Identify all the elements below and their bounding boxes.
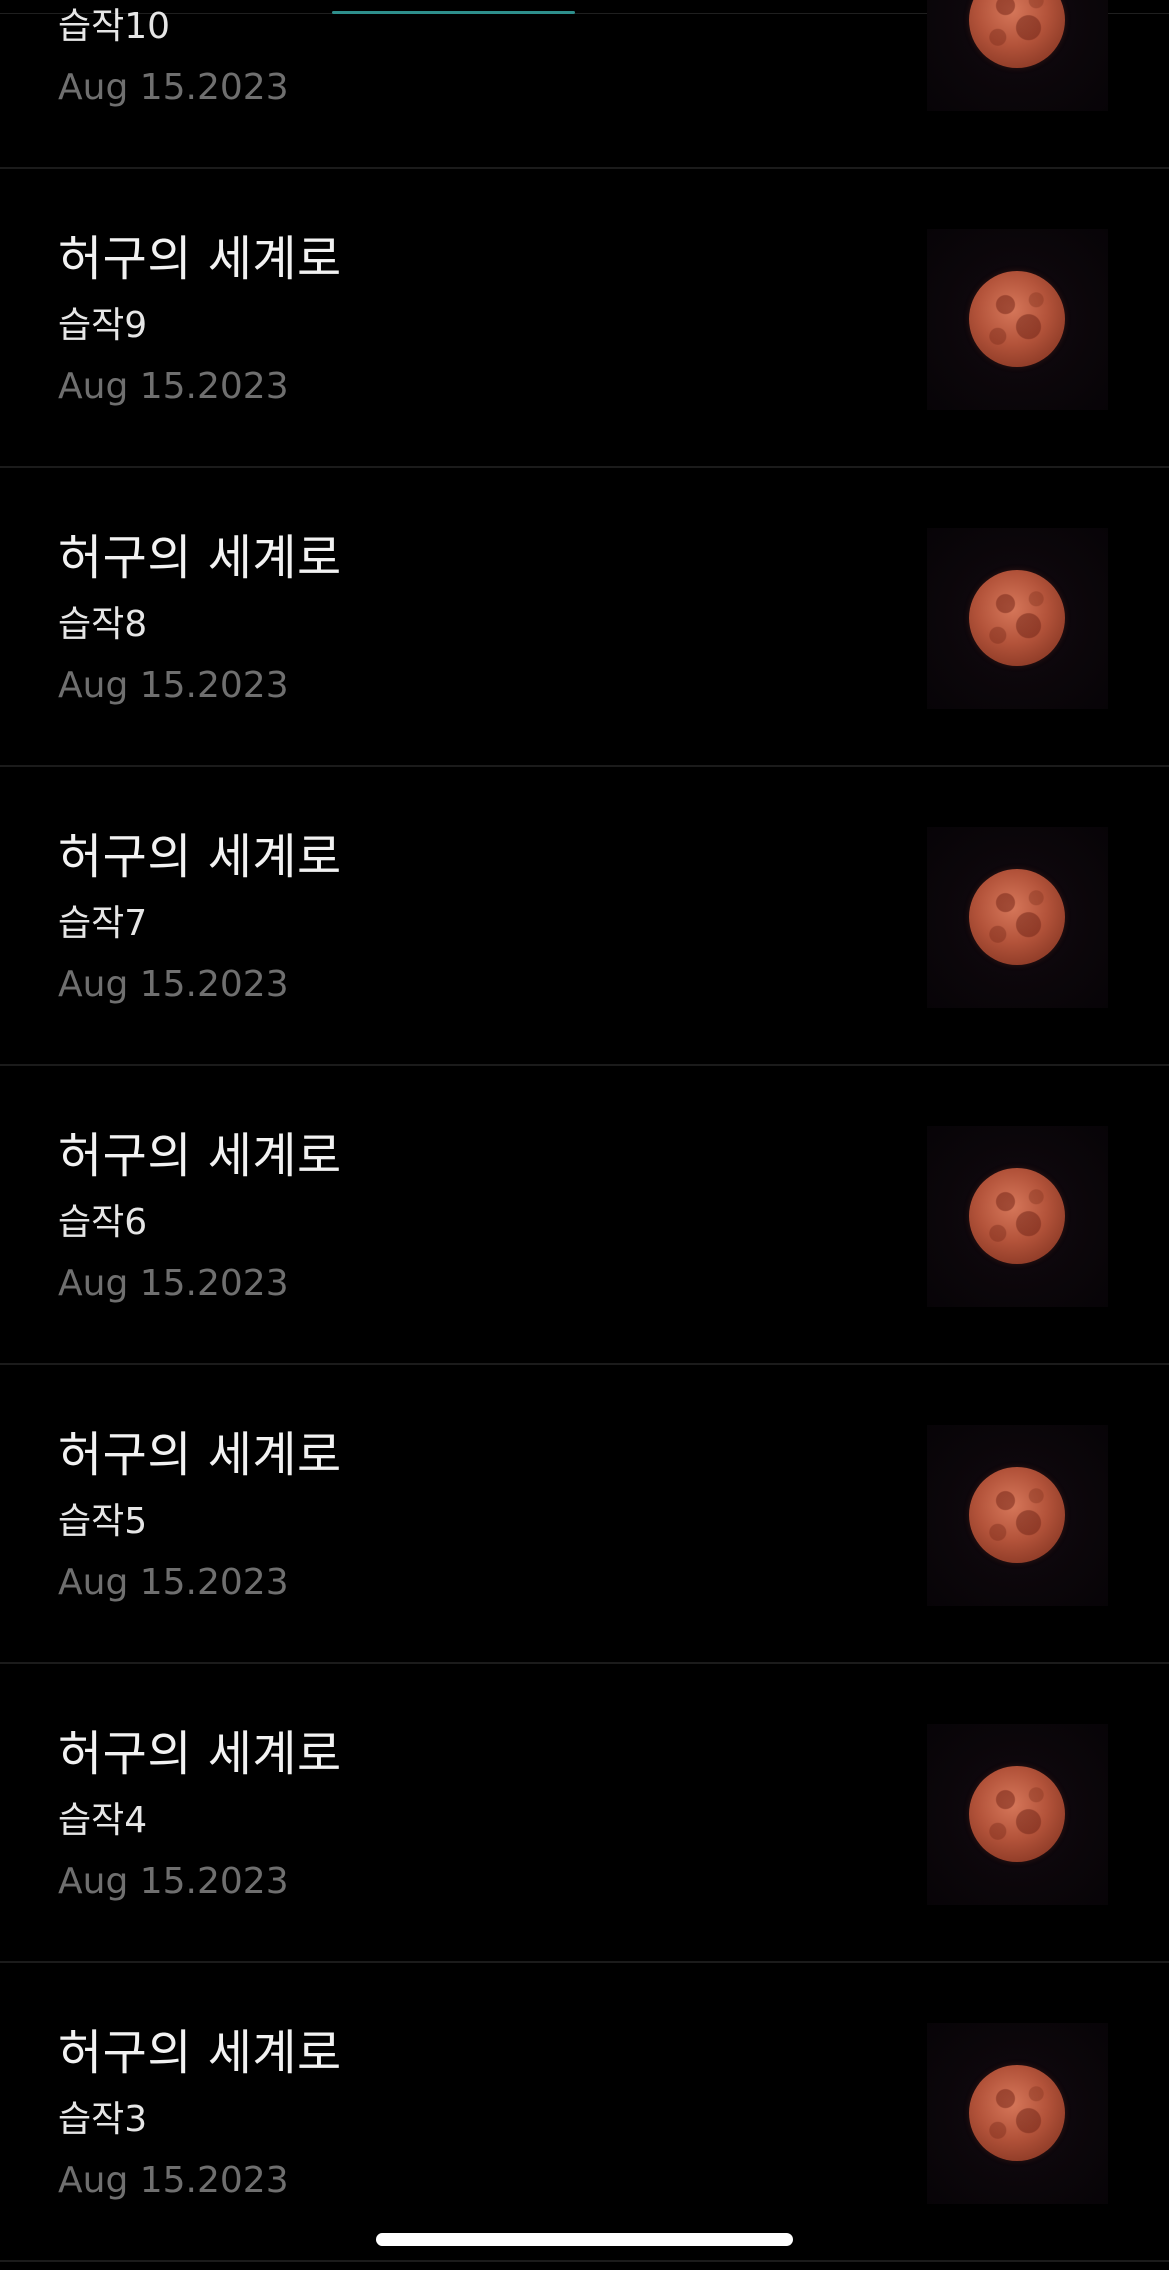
item-date: Aug 15.2023 [58, 665, 289, 706]
list-item[interactable]: 허구의 세계로 습작5 Aug 15.2023 [0, 1365, 1169, 1664]
moon-graphic [969, 1467, 1065, 1563]
item-title: 허구의 세계로 [58, 1128, 342, 1184]
home-indicator[interactable] [376, 2233, 793, 2246]
blood-moon-thumbnail[interactable] [927, 827, 1108, 1008]
moon-graphic [969, 271, 1065, 367]
item-title: 허구의 세계로 [58, 829, 342, 885]
moon-graphic [969, 2065, 1065, 2161]
moon-graphic [969, 869, 1065, 965]
item-date: Aug 15.2023 [58, 2160, 289, 2201]
moon-graphic [969, 1168, 1065, 1264]
item-title: 허구의 세계로 [58, 530, 342, 586]
item-subtitle: 습작8 [58, 604, 148, 645]
moon-graphic [969, 570, 1065, 666]
list-item[interactable]: 허구의 세계로 습작8 Aug 15.2023 [0, 468, 1169, 767]
item-title: 허구의 세계로 [58, 1427, 342, 1483]
item-date: Aug 15.2023 [58, 67, 289, 108]
blood-moon-thumbnail[interactable] [927, 1724, 1108, 1905]
item-date: Aug 15.2023 [58, 1861, 289, 1902]
blood-moon-thumbnail[interactable] [927, 1126, 1108, 1307]
list-item[interactable]: 허구의 세계로 습작4 Aug 15.2023 [0, 1664, 1169, 1963]
item-date: Aug 15.2023 [58, 366, 289, 407]
moon-graphic [969, 1766, 1065, 1862]
moon-graphic [969, 0, 1065, 68]
list-item[interactable]: 허구의 세계로 습작9 Aug 15.2023 [0, 169, 1169, 468]
blood-moon-thumbnail[interactable] [927, 0, 1108, 111]
item-subtitle: 습작3 [58, 2099, 148, 2140]
blood-moon-thumbnail[interactable] [927, 229, 1108, 410]
item-subtitle: 습작10 [58, 6, 171, 47]
item-date: Aug 15.2023 [58, 964, 289, 1005]
blood-moon-thumbnail[interactable] [927, 2023, 1108, 2204]
item-date: Aug 15.2023 [58, 1562, 289, 1603]
item-title: 허구의 세계로 [58, 231, 342, 287]
item-title: 허구의 세계로 [58, 1726, 342, 1782]
blood-moon-thumbnail[interactable] [927, 1425, 1108, 1606]
list-item[interactable]: 허구의 세계로 습작7 Aug 15.2023 [0, 767, 1169, 1066]
list-item[interactable]: 습작10 Aug 15.2023 [0, 0, 1169, 169]
item-subtitle: 습작7 [58, 903, 148, 944]
item-date: Aug 15.2023 [58, 1263, 289, 1304]
item-subtitle: 습작4 [58, 1800, 148, 1841]
item-subtitle: 습작6 [58, 1202, 148, 1243]
item-subtitle: 습작9 [58, 305, 148, 346]
list-item[interactable]: 허구의 세계로 습작3 Aug 15.2023 [0, 1963, 1169, 2262]
post-list: 습작10 Aug 15.2023 허구의 세계로 습작9 Aug 15.2023… [0, 0, 1169, 2262]
item-subtitle: 습작5 [58, 1501, 148, 1542]
list-item[interactable]: 허구의 세계로 습작6 Aug 15.2023 [0, 1066, 1169, 1365]
item-title: 허구의 세계로 [58, 2025, 342, 2081]
blood-moon-thumbnail[interactable] [927, 528, 1108, 709]
